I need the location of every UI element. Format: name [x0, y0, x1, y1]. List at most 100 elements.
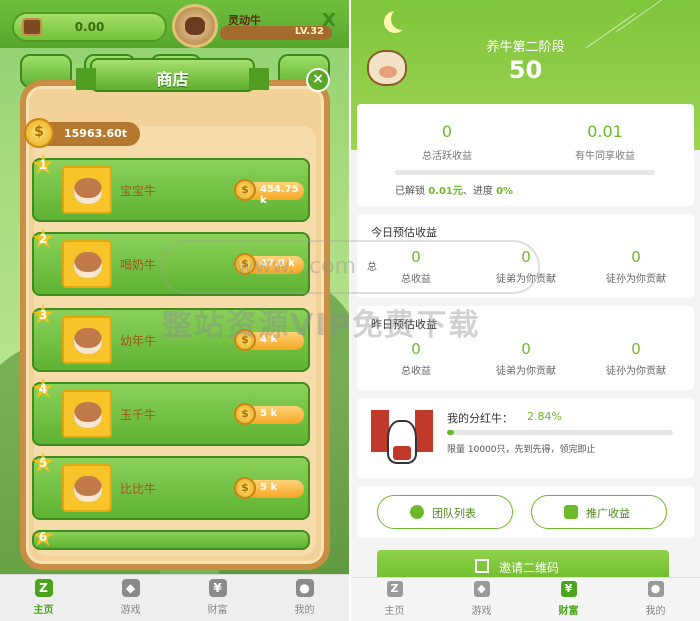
stat-label: 徒孙为你贡献	[606, 366, 666, 377]
buy-button[interactable]: $ 5 k	[234, 477, 304, 499]
dividend-label: 我的分红牛：	[447, 412, 513, 425]
nav-label: 游戏	[471, 606, 492, 617]
gamepad-icon: ◆	[473, 581, 490, 597]
dividend-cow-image	[371, 404, 433, 466]
today-grand-disciple-stat: 0 徒孙为你贡献	[581, 248, 691, 285]
money-bag-icon: ¥	[208, 579, 227, 597]
dividend-note: 限量 10000只，先到先得，领完即止	[447, 445, 596, 455]
gold-coin-icon: $	[234, 477, 256, 499]
watermark-url: www. .com	[236, 254, 356, 279]
gold-coin-icon: $	[234, 179, 256, 201]
nav-label: 我的	[294, 605, 315, 616]
invite-qr-label: 邀请二维码	[499, 561, 560, 575]
qr-code-icon	[475, 559, 489, 573]
team-icon	[410, 505, 424, 519]
active-income-label: 总活跃收益	[422, 151, 472, 162]
unlock-progress-prefix: 、进度	[462, 186, 493, 197]
nav-item-wealth[interactable]: ¥ 财富	[174, 579, 261, 619]
star-streak	[616, 0, 666, 33]
nav-label: 主页	[33, 605, 54, 616]
wealth-bottom-nav: Z 主页 ◆ 游戏 ¥ 财富 ● 我的	[351, 577, 700, 621]
nav-item-game[interactable]: ◆ 游戏	[87, 579, 174, 619]
shared-income-stat: 0.01 有牛同享收益	[525, 122, 685, 162]
stat-label: 总收益	[401, 366, 431, 377]
stage-count: 50	[508, 56, 543, 84]
game-bottom-nav: Z 主页 ◆ 游戏 ¥ 财富 ● 我的	[0, 574, 349, 621]
dividend-percent: 2.84%	[527, 410, 562, 423]
buy-button[interactable]: $ 454.75 k	[234, 179, 304, 206]
buy-button[interactable]: $ 5 k	[234, 403, 304, 425]
flag-icon	[415, 410, 433, 452]
level-text: LV.32	[294, 26, 324, 37]
nav-item-home[interactable]: Z 主页	[351, 581, 438, 621]
shop-item[interactable]: 4 玉千牛 $ 5 k	[32, 378, 310, 446]
cow-icon	[62, 240, 112, 288]
unlock-progress-bar	[395, 170, 655, 175]
stat-value: 0	[521, 340, 531, 358]
shop-item[interactable]: 6	[32, 530, 310, 550]
game-top-bar: 0.00 灵动牛 LV.32 X	[0, 0, 349, 48]
unlock-progress-value: 0%	[496, 186, 514, 197]
shop-item[interactable]: 1 宝宝牛 $ 454.75 k	[32, 154, 310, 222]
user-icon: ●	[295, 579, 314, 597]
stage-title: 养牛第二阶段	[486, 40, 565, 55]
team-list-label: 团队列表	[432, 507, 476, 520]
nav-label: 财富	[558, 606, 579, 617]
shop-item-price: 5 k	[260, 408, 278, 419]
money-bag-icon: ¥	[560, 581, 577, 597]
cow-icon	[62, 390, 112, 438]
coin-balance-pill[interactable]: 0.00	[12, 12, 167, 42]
nav-label: 主页	[384, 606, 405, 617]
today-estimate-title: 今日预估收益	[371, 226, 437, 239]
yesterday-grand-disciple-stat: 0 徒孙为你贡献	[581, 340, 691, 377]
stat-label: 徒弟为你贡献	[496, 366, 556, 377]
stat-value: 0	[631, 340, 641, 358]
shop-item-name: 幼年牛	[120, 334, 157, 348]
stat-label: 徒孙为你贡献	[606, 274, 666, 285]
shop-item-name: 喝奶牛	[120, 258, 157, 272]
coins-stack-icon	[564, 505, 578, 519]
unlock-amount: 0.01元	[428, 186, 463, 197]
cow-icon	[62, 166, 112, 214]
action-buttons-card: 团队列表 推广收益	[357, 486, 694, 538]
nav-item-mine[interactable]: ● 我的	[612, 581, 699, 621]
cow-icon	[62, 316, 112, 364]
shop-close-button[interactable]: ×	[306, 68, 330, 92]
unlock-prefix: 已解锁	[395, 186, 425, 197]
team-list-button[interactable]: 团队列表	[377, 495, 513, 529]
nav-item-wealth[interactable]: ¥ 财富	[525, 581, 612, 621]
unlock-status: 已解锁 0.01元、进度 0%	[395, 182, 513, 197]
player-avatar[interactable]	[172, 4, 218, 48]
active-income-stat: 0 总活跃收益	[367, 122, 527, 162]
screenshot-root: 0.00 灵动牛 LV.32 X 商店 × $ 15963.60t 1 宝宝牛	[0, 0, 700, 621]
nav-label: 游戏	[120, 605, 141, 616]
x-mark-icon[interactable]: X	[322, 10, 336, 31]
yesterday-total-stat: 0 总收益	[361, 340, 471, 377]
stat-value: 0	[631, 248, 641, 266]
dividend-progress-fill	[447, 430, 454, 435]
nav-label: 财富	[207, 605, 228, 616]
gamepad-icon: ◆	[121, 579, 140, 597]
home-icon: Z	[386, 581, 403, 597]
user-icon: ●	[647, 581, 664, 597]
dividend-card: 我的分红牛： 2.84% 限量 10000只，先到先得，领完即止	[357, 398, 694, 478]
dividend-progress-bar	[447, 430, 673, 435]
shop-item-name: 比比牛	[120, 482, 157, 496]
coin-balance-value: 0.00	[74, 20, 105, 34]
nav-item-mine[interactable]: ● 我的	[261, 579, 348, 619]
shared-income-value: 0.01	[587, 122, 623, 141]
moon-icon	[391, 8, 413, 30]
gold-coin-icon: $	[24, 118, 54, 148]
gold-coin-icon: $	[234, 403, 256, 425]
shop-title-ribbon: 商店	[76, 58, 269, 92]
cow-icon	[387, 420, 417, 464]
promo-income-button[interactable]: 推广收益	[531, 495, 667, 529]
nav-item-game[interactable]: ◆ 游戏	[438, 581, 525, 621]
nav-label: 我的	[645, 606, 666, 617]
shop-item[interactable]: 5 比比牛 $ 5 k	[32, 452, 310, 520]
cow-icon	[62, 464, 112, 512]
active-income-value: 0	[441, 122, 453, 141]
item-rank-star-icon: 6	[34, 532, 54, 547]
nav-item-home[interactable]: Z 主页	[0, 579, 87, 619]
income-card: 0 总活跃收益 0.01 有牛同享收益 已解锁 0.01元、进度 0%	[357, 104, 694, 206]
